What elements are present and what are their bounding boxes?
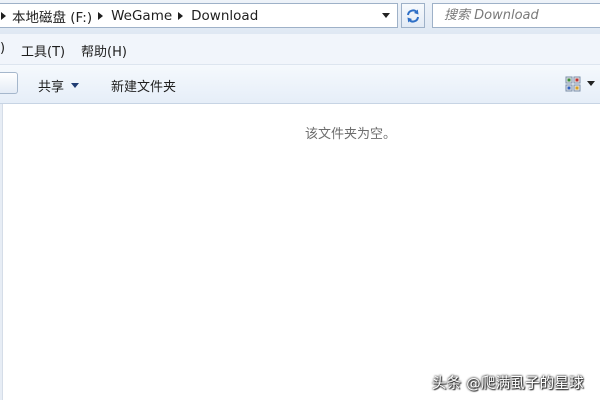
chevron-down-icon bbox=[71, 83, 80, 88]
search-input[interactable] bbox=[433, 4, 593, 27]
menu-item-help[interactable]: 帮助(H) bbox=[81, 41, 127, 60]
share-button[interactable]: 共享 bbox=[38, 76, 80, 95]
organize-button-edge[interactable] bbox=[0, 72, 18, 94]
chevron-down-icon[interactable] bbox=[587, 81, 595, 86]
refresh-button[interactable] bbox=[401, 3, 425, 28]
view-options-icon[interactable] bbox=[565, 76, 581, 92]
breadcrumb-item-download[interactable]: Download bbox=[191, 8, 258, 24]
chevron-right-icon[interactable] bbox=[98, 11, 104, 20]
chevron-right-icon[interactable] bbox=[1, 11, 6, 20]
menu-item-view-partial[interactable]: ) bbox=[0, 41, 5, 56]
command-bar: 共享 新建文件夹 bbox=[0, 65, 600, 104]
share-label: 共享 bbox=[38, 80, 65, 95]
watermark-text: 头条 @爬满虱子的星球 bbox=[432, 376, 584, 392]
chevron-down-icon bbox=[381, 13, 390, 18]
file-list-area[interactable] bbox=[3, 104, 600, 400]
empty-folder-message: 该文件夹为空。 bbox=[305, 127, 397, 142]
address-row: 本地磁盘 (F:) WeGame Download bbox=[0, 0, 600, 34]
breadcrumb-item-drive[interactable]: 本地磁盘 (F:) bbox=[12, 6, 92, 26]
refresh-icon bbox=[407, 8, 419, 23]
new-folder-label: 新建文件夹 bbox=[111, 80, 177, 95]
address-history-dropdown[interactable] bbox=[377, 4, 394, 27]
new-folder-button[interactable]: 新建文件夹 bbox=[111, 76, 176, 95]
chevron-right-icon[interactable] bbox=[178, 11, 184, 20]
breadcrumb: 本地磁盘 (F:) WeGame Download bbox=[1, 4, 258, 27]
menu-bar: ) 工具(T) 帮助(H) bbox=[0, 34, 600, 65]
address-bar[interactable]: 本地磁盘 (F:) WeGame Download bbox=[0, 3, 398, 28]
search-box[interactable] bbox=[432, 3, 600, 28]
breadcrumb-item-wegame[interactable]: WeGame bbox=[111, 8, 172, 24]
menu-item-tools[interactable]: 工具(T) bbox=[21, 41, 65, 60]
